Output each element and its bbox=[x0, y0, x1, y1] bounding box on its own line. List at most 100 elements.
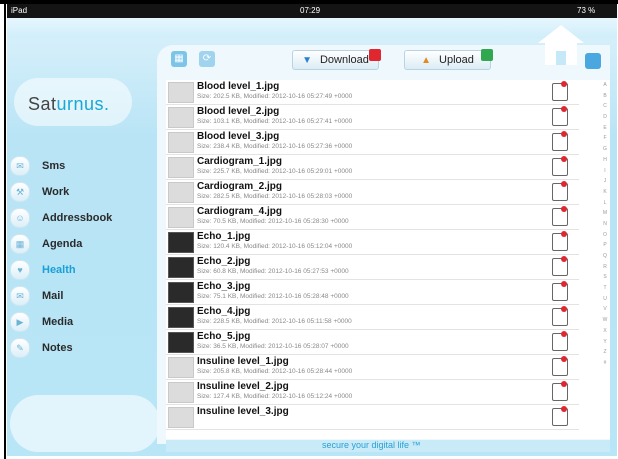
share-icon[interactable] bbox=[552, 156, 568, 176]
share-icon[interactable] bbox=[552, 356, 568, 376]
index-letter[interactable]: G bbox=[600, 146, 610, 157]
index-letter[interactable]: M bbox=[600, 210, 610, 221]
sms-icon: ✉ bbox=[10, 156, 30, 176]
index-letter[interactable]: V bbox=[600, 306, 610, 317]
list-item[interactable]: Cardiogram_4.jpg Size: 70.5 KB, Modified:… bbox=[166, 205, 579, 230]
index-letter[interactable]: # bbox=[600, 360, 610, 371]
clock: 07:29 bbox=[300, 6, 321, 15]
sidebar-item-health[interactable]: ♥ Health bbox=[10, 257, 160, 283]
footer: secure your digital life ™ bbox=[166, 440, 610, 452]
list-item[interactable]: Insuline level_2.jpg Size: 127.4 KB, Modi… bbox=[166, 380, 579, 405]
file-meta: Size: 127.4 KB, Modified: 2012-10-16 05:… bbox=[197, 393, 353, 400]
index-letter[interactable]: Q bbox=[600, 253, 610, 264]
index-letter[interactable]: U bbox=[600, 296, 610, 307]
index-letter[interactable]: X bbox=[600, 328, 610, 339]
index-letter[interactable]: T bbox=[600, 285, 610, 296]
index-letter[interactable]: P bbox=[600, 242, 610, 253]
notes-icon: ✎ bbox=[10, 338, 30, 358]
file-name: Echo_1.jpg bbox=[197, 231, 251, 242]
share-icon[interactable] bbox=[552, 106, 568, 126]
index-letter[interactable]: Y bbox=[600, 339, 610, 350]
share-icon[interactable] bbox=[552, 256, 568, 276]
sidebar-item-media[interactable]: ▶ Media bbox=[10, 309, 160, 335]
share-icon[interactable] bbox=[552, 406, 568, 426]
status-bar: iPad 07:29 73 % bbox=[7, 4, 617, 18]
alphabet-index[interactable]: A B C D E F G H I J K L M N O P Q R S T U V W X Y Z # bbox=[600, 82, 610, 434]
sidebar-item-label: Work bbox=[42, 186, 70, 198]
sidebar-item-label: Notes bbox=[42, 342, 73, 354]
file-meta: Size: 103.1 KB, Modified: 2012-10-16 05:… bbox=[197, 118, 353, 125]
index-letter[interactable]: S bbox=[600, 274, 610, 285]
refresh-icon[interactable]: ⟳ bbox=[199, 51, 215, 67]
sidebar-item-addressbook[interactable]: ☺ Addressbook bbox=[10, 205, 160, 231]
file-meta: Size: 225.7 KB, Modified: 2012-10-16 05:… bbox=[197, 168, 353, 175]
list-item[interactable]: Insuline level_3.jpg bbox=[166, 405, 579, 430]
index-letter[interactable]: K bbox=[600, 189, 610, 200]
screenshot-frame: iPad 07:29 73 % Saturnus. ✉ Sms ⚒ Work ☺… bbox=[0, 0, 618, 459]
index-letter[interactable]: J bbox=[600, 178, 610, 189]
index-letter[interactable]: D bbox=[600, 114, 610, 125]
share-icon[interactable] bbox=[552, 131, 568, 151]
sidebar-item-sms[interactable]: ✉ Sms bbox=[10, 153, 160, 179]
file-thumbnail bbox=[168, 157, 194, 178]
index-letter[interactable]: B bbox=[600, 93, 610, 104]
list-item[interactable]: Blood level_1.jpg Size: 202.5 KB, Modifie… bbox=[166, 80, 579, 105]
list-item[interactable]: Echo_4.jpg Size: 228.5 KB, Modified: 2012… bbox=[166, 305, 579, 330]
share-icon[interactable] bbox=[552, 306, 568, 326]
file-meta: Size: 120.4 KB, Modified: 2012-10-16 05:… bbox=[197, 243, 353, 250]
file-meta: Size: 228.5 KB, Modified: 2012-10-16 05:… bbox=[197, 318, 352, 325]
list-item[interactable]: Blood level_3.jpg Size: 238.4 KB, Modifie… bbox=[166, 130, 579, 155]
grid-view-icon[interactable]: ▦ bbox=[171, 51, 187, 67]
file-thumbnail bbox=[168, 357, 194, 378]
index-letter[interactable]: I bbox=[600, 168, 610, 179]
upload-button[interactable]: ▲ Upload bbox=[404, 49, 493, 70]
share-icon[interactable] bbox=[552, 381, 568, 401]
file-name: Insuline level_2.jpg bbox=[197, 381, 289, 392]
battery-label: 73 % bbox=[577, 6, 596, 15]
file-name: Echo_3.jpg bbox=[197, 281, 251, 292]
index-letter[interactable]: C bbox=[600, 103, 610, 114]
addressbook-icon: ☺ bbox=[10, 208, 30, 228]
share-icon[interactable] bbox=[552, 281, 568, 301]
list-item[interactable]: Blood level_2.jpg Size: 103.1 KB, Modifie… bbox=[166, 105, 579, 130]
file-name: Insuline level_3.jpg bbox=[197, 406, 289, 417]
list-item[interactable]: Cardiogram_2.jpg Size: 282.5 KB, Modified… bbox=[166, 180, 579, 205]
logo-text-left: Sat bbox=[28, 94, 57, 114]
sidebar-item-agenda[interactable]: ▦ Agenda bbox=[10, 231, 160, 257]
list-item[interactable]: Echo_2.jpg Size: 60.8 KB, Modified: 2012-… bbox=[166, 255, 579, 280]
index-letter[interactable]: R bbox=[600, 264, 610, 275]
index-letter[interactable]: W bbox=[600, 317, 610, 328]
logo-text-right: urnus. bbox=[56, 94, 110, 114]
sidebar-item-mail[interactable]: ✉ Mail bbox=[10, 283, 160, 309]
file-thumbnail bbox=[168, 107, 194, 128]
sidebar-item-notes[interactable]: ✎ Notes bbox=[10, 335, 160, 361]
list-item[interactable]: Cardiogram_1.jpg Size: 225.7 KB, Modified… bbox=[166, 155, 579, 180]
edit-all-icon[interactable] bbox=[585, 53, 601, 69]
share-icon[interactable] bbox=[552, 181, 568, 201]
share-icon[interactable] bbox=[552, 81, 568, 101]
work-icon: ⚒ bbox=[10, 182, 30, 202]
list-item[interactable]: Insuline level_1.jpg Size: 205.8 KB, Modi… bbox=[166, 355, 579, 380]
share-icon[interactable] bbox=[552, 331, 568, 351]
index-letter[interactable]: E bbox=[600, 125, 610, 136]
index-letter[interactable]: L bbox=[600, 200, 610, 211]
download-button[interactable]: ▼ Download bbox=[292, 49, 381, 70]
share-icon[interactable] bbox=[552, 231, 568, 251]
list-item[interactable]: Echo_1.jpg Size: 120.4 KB, Modified: 2012… bbox=[166, 230, 579, 255]
index-letter[interactable]: F bbox=[600, 135, 610, 146]
list-item[interactable]: Echo_3.jpg Size: 75.1 KB, Modified: 2012-… bbox=[166, 280, 579, 305]
file-meta: Size: 238.4 KB, Modified: 2012-10-16 05:… bbox=[197, 143, 353, 150]
sidebar: ✉ Sms ⚒ Work ☺ Addressbook ▦ Agenda ♥ He… bbox=[10, 153, 160, 361]
file-name: Cardiogram_4.jpg bbox=[197, 206, 283, 217]
index-letter[interactable]: O bbox=[600, 232, 610, 243]
share-icon[interactable] bbox=[552, 206, 568, 226]
sidebar-item-work[interactable]: ⚒ Work bbox=[10, 179, 160, 205]
file-thumbnail bbox=[168, 307, 194, 328]
index-letter[interactable]: A bbox=[600, 82, 610, 93]
index-letter[interactable]: N bbox=[600, 221, 610, 232]
index-letter[interactable]: H bbox=[600, 157, 610, 168]
heartbeat-icon: ♥ bbox=[10, 260, 30, 280]
list-item[interactable]: Echo_5.jpg Size: 36.5 KB, Modified: 2012-… bbox=[166, 330, 579, 355]
index-letter[interactable]: Z bbox=[600, 349, 610, 360]
home-icon[interactable] bbox=[538, 25, 584, 65]
